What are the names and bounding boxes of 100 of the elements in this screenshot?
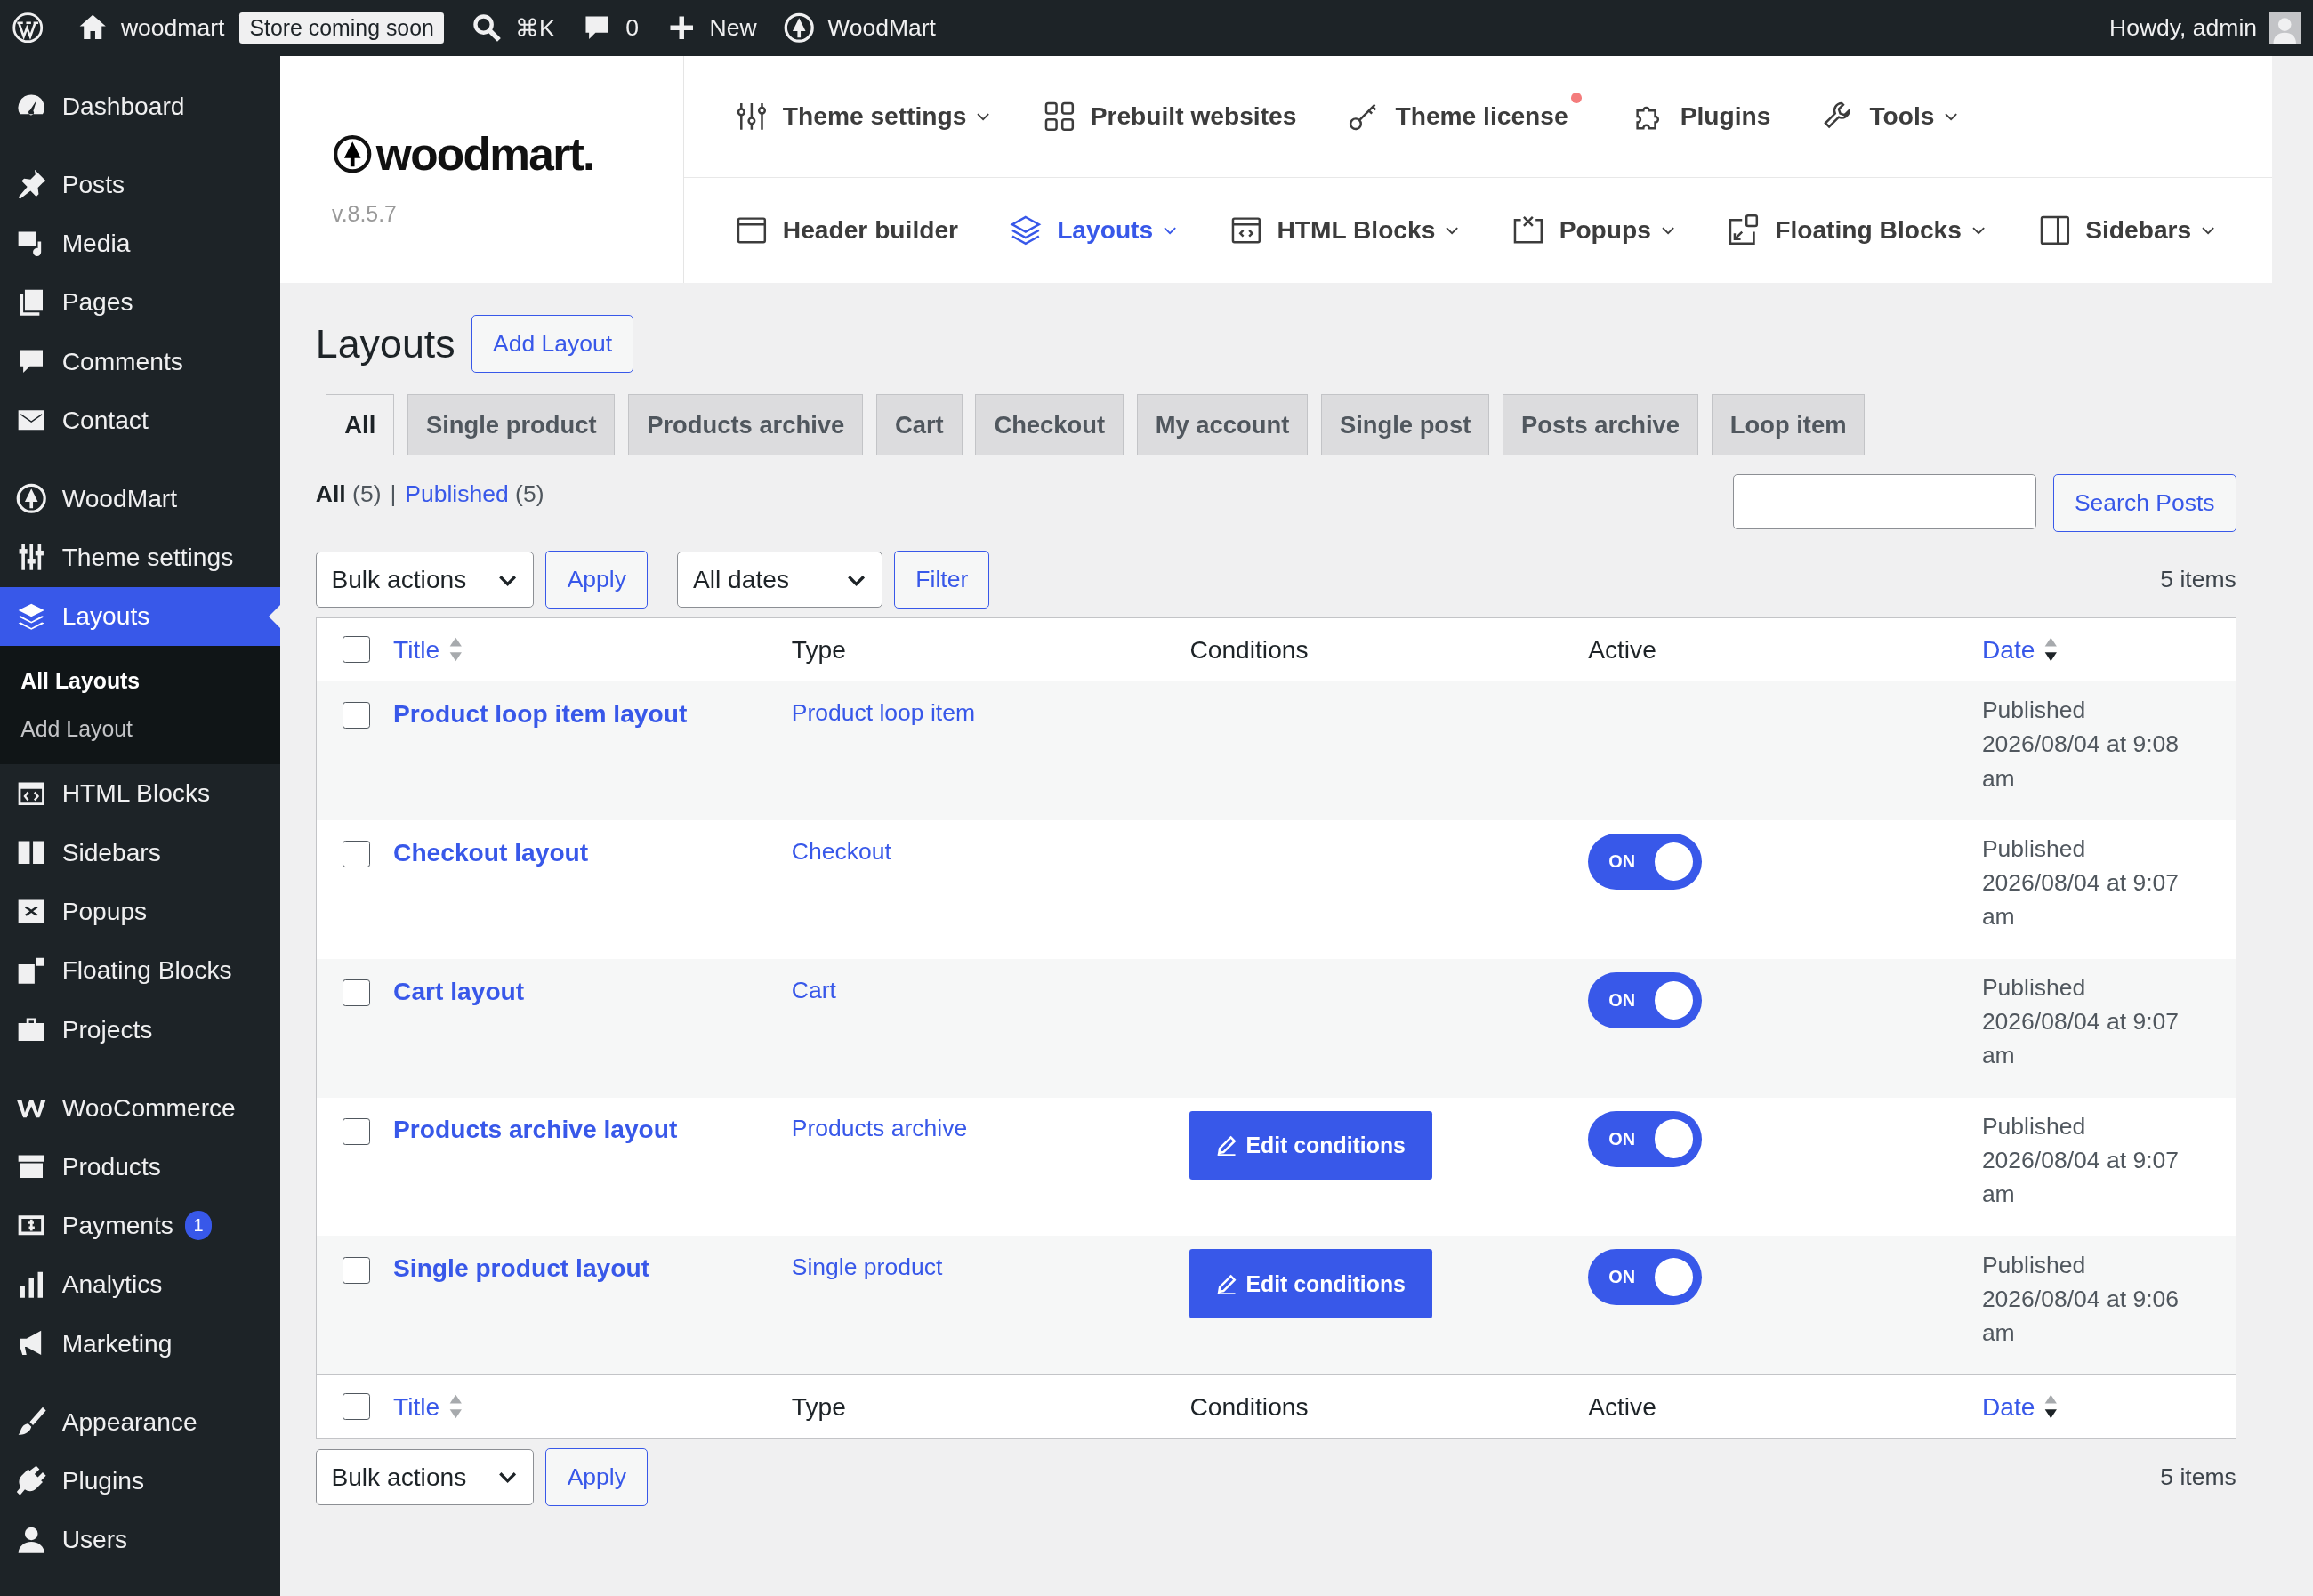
sidebar-item[interactable]: Products [0,1137,281,1197]
checkbox[interactable] [343,1256,370,1284]
nav-link[interactable]: Plugins [1631,99,1771,134]
toggle-switch[interactable]: ON [1588,833,1702,890]
search-link[interactable]: ⌘K [471,12,555,44]
tab[interactable]: Products archive [628,394,864,455]
sidebar-item[interactable]: Layouts [0,586,281,647]
tab[interactable]: Cart [876,394,963,455]
column-header: Conditions [1189,1391,1310,1422]
search-button[interactable]: Search Posts [2052,474,2236,533]
sidebar-item[interactable]: Comments [0,332,281,391]
layout-title-link[interactable]: Cart layout [393,976,525,1005]
search-field[interactable] [1732,474,2037,529]
checkbox[interactable] [343,636,370,664]
date-text: Published 2026/08/04 at 9:07 am [1981,834,2180,932]
sidebar-item[interactable]: Theme settings [0,528,281,587]
checkbox[interactable] [343,702,370,729]
sidebar-item[interactable]: Payments 1 [0,1196,281,1255]
layout-type-link[interactable]: Cart [791,976,836,1004]
column-sort-link[interactable]: Date [1981,1391,2224,1422]
tab[interactable]: Single post [1321,394,1490,455]
sidebar-item[interactable]: Marketing [0,1314,281,1374]
apply-button[interactable]: Apply [545,1447,649,1506]
nav-link[interactable]: Theme license [1346,93,1582,134]
dates-select[interactable]: All dates [677,551,882,608]
submenu-item[interactable]: Add Layout [0,705,281,754]
sidebar-item[interactable]: Projects [0,1000,281,1060]
comments-link[interactable]: 0 [581,12,639,44]
toggle-switch[interactable]: ON [1588,1249,1702,1306]
filter-button[interactable]: Filter [894,550,990,609]
tab[interactable]: My account [1136,394,1309,455]
nav-link[interactable]: Prebuilt websites [1042,99,1297,134]
nav-link[interactable]: Theme settings [734,99,992,134]
checkbox[interactable] [343,979,370,1007]
nav-link[interactable]: Sidebars [2036,212,2217,248]
layout-title-link[interactable]: Single product layout [393,1253,650,1283]
new-link[interactable]: New [665,12,757,44]
pencil-icon [1216,1273,1237,1294]
sidebar-item[interactable]: Posts [0,155,281,214]
sidebar-item[interactable]: WooCommerce [0,1077,281,1138]
layout-type-link[interactable]: Single product [791,1253,943,1281]
sidebar-item[interactable]: HTML Blocks [0,763,281,824]
avatar-icon [2269,12,2301,44]
nav-link[interactable]: Tools [1820,99,1960,134]
nav-link[interactable]: Layouts [1008,212,1179,248]
view-link[interactable]: Published (5) [405,480,544,508]
bulk-actions-select[interactable]: Bulk actions [315,1448,535,1505]
add-layout-button[interactable]: Add Layout [471,314,634,373]
layout-title-link[interactable]: Product loop item layout [393,698,688,728]
sidebar-item[interactable]: Appearance [0,1391,281,1452]
account-link[interactable]: Howdy, admin [2109,12,2301,44]
view-link[interactable]: All (5) [315,480,382,508]
column-header: Active [1588,1391,1657,1422]
column-sort-link[interactable]: Date [1981,634,2224,665]
layout-type-link[interactable]: Checkout [791,837,891,865]
nav-link[interactable]: Header builder [734,212,959,248]
layout-title-link[interactable]: Products archive layout [393,1115,678,1144]
selection-notch [269,604,281,628]
layout-type-link[interactable]: Product loop item [791,698,976,726]
sidebar-item[interactable]: Floating Blocks [0,940,281,1000]
checkbox[interactable] [343,1117,370,1145]
tab[interactable]: Checkout [975,394,1124,455]
sidebar-item[interactable]: Analytics [0,1254,281,1315]
tab[interactable]: Posts archive [1503,394,1698,455]
layout-type-link[interactable]: Products archive [791,1115,968,1142]
sidebar-item[interactable]: Dashboard [0,77,281,136]
toggle-switch[interactable]: ON [1588,1110,1702,1167]
layout-title-link[interactable]: Checkout layout [393,837,589,867]
sidebar-item[interactable]: Media [0,214,281,273]
sidebar-item[interactable]: Users [0,1510,281,1569]
sidebar-item[interactable]: Contact [0,391,281,450]
sidebar-item[interactable]: Popups [0,882,281,941]
item-count: 5 items [2160,1463,2236,1491]
sidebar-item[interactable]: Pages [0,272,281,332]
column-header: Type [791,634,847,665]
edit-conditions-button[interactable]: Edit conditions [1189,1249,1432,1319]
bulk-actions-select[interactable]: Bulk actions [315,551,535,608]
theme-link[interactable]: WoodMart [783,12,936,44]
count-badge: 1 [185,1211,212,1241]
logo[interactable]: woodmart. [332,126,683,181]
site-link[interactable]: woodmart [77,12,225,44]
sidebar-item[interactable]: Sidebars [0,823,281,883]
toggle-switch[interactable]: ON [1588,971,1702,1028]
plug-icon [14,1464,48,1497]
sidebar-item[interactable]: WoodMart [0,469,281,528]
tab[interactable]: Single product [407,394,616,455]
column-sort-link[interactable]: Title [393,1391,769,1422]
apply-button[interactable]: Apply [545,550,649,609]
tree-circle-icon [14,482,48,515]
submenu-item[interactable]: All Layouts [0,656,281,705]
column-sort-link[interactable]: Title [393,634,769,665]
tab[interactable]: Loop item [1711,394,1866,455]
checkbox[interactable] [343,1393,370,1421]
checkbox[interactable] [343,841,370,868]
nav-link[interactable]: Popups [1510,212,1677,248]
sidebar-item[interactable]: Plugins [0,1451,281,1511]
edit-conditions-button[interactable]: Edit conditions [1189,1110,1432,1181]
tab[interactable]: All [326,394,395,456]
nav-link[interactable]: Floating Blocks [1726,212,1987,248]
nav-link[interactable]: HTML Blocks [1228,212,1461,248]
